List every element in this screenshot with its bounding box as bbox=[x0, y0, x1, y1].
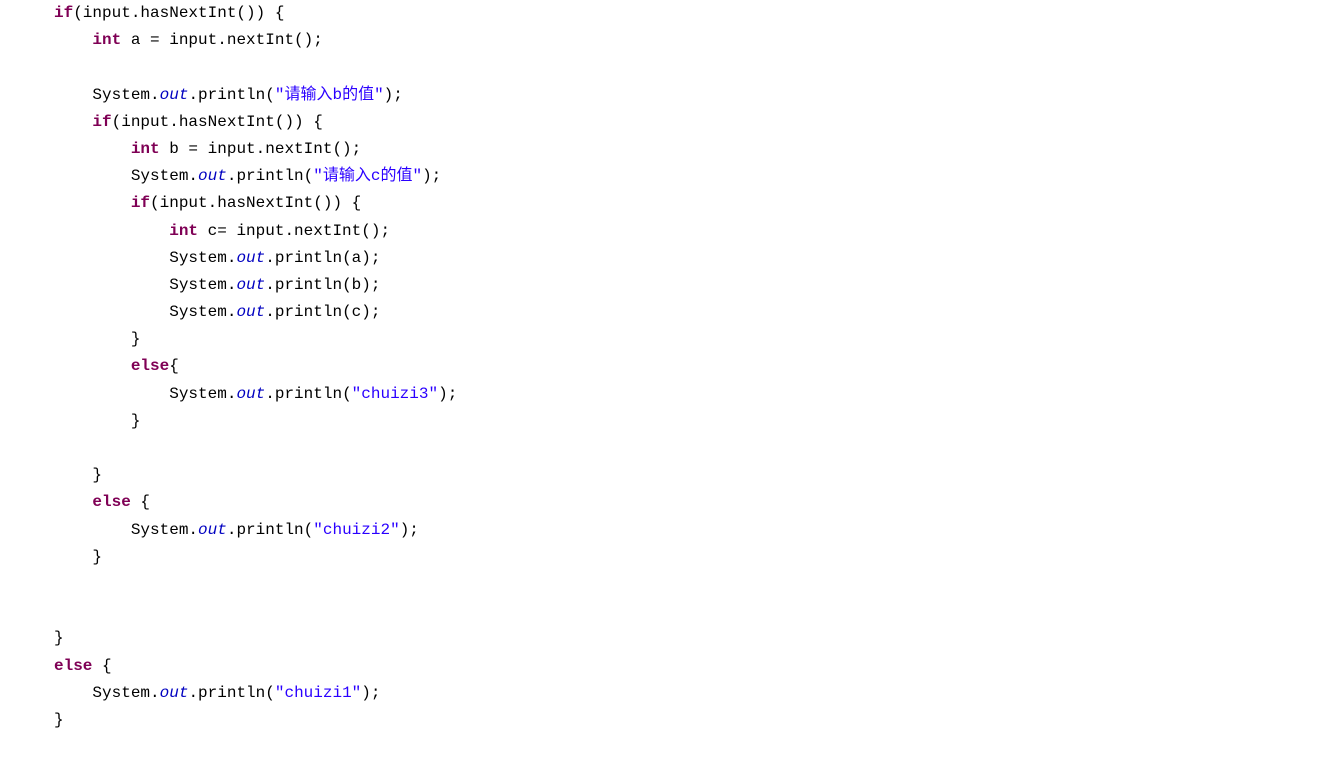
code-token-plain: .println( bbox=[188, 86, 274, 104]
code-token-plain: .println( bbox=[227, 167, 313, 185]
code-token-kw: int bbox=[131, 140, 160, 158]
code-block: if(input.hasNextInt()) { int a = input.n… bbox=[0, 0, 1335, 734]
code-token-field: out bbox=[198, 167, 227, 185]
code-token-field: out bbox=[236, 303, 265, 321]
code-token-str: "chuizi1" bbox=[275, 684, 361, 702]
code-token-kw: else bbox=[131, 357, 169, 375]
code-token-kw: else bbox=[54, 657, 92, 675]
code-token-field: out bbox=[160, 86, 189, 104]
code-token-field: out bbox=[236, 276, 265, 294]
code-token-str: "请输入b的值" bbox=[275, 86, 384, 104]
code-token-field: out bbox=[236, 249, 265, 267]
code-token-kw: else bbox=[92, 493, 130, 511]
code-token-kw: if bbox=[131, 194, 150, 212]
code-token-kw: int bbox=[169, 222, 198, 240]
code-token-kw: int bbox=[92, 31, 121, 49]
code-token-field: out bbox=[198, 521, 227, 539]
code-token-field: out bbox=[236, 385, 265, 403]
code-token-kw: if bbox=[54, 4, 73, 22]
code-token-plain: .println( bbox=[188, 684, 274, 702]
code-token-kw: if bbox=[92, 113, 111, 131]
code-token-str: "chuizi2" bbox=[313, 521, 399, 539]
code-token-str: "请输入c的值" bbox=[313, 167, 422, 185]
code-token-str: "chuizi3" bbox=[352, 385, 438, 403]
code-token-plain: .println( bbox=[265, 385, 351, 403]
code-token-plain: .println( bbox=[227, 521, 313, 539]
code-token-field: out bbox=[160, 684, 189, 702]
code-token-plain: ); } } bbox=[54, 521, 419, 648]
